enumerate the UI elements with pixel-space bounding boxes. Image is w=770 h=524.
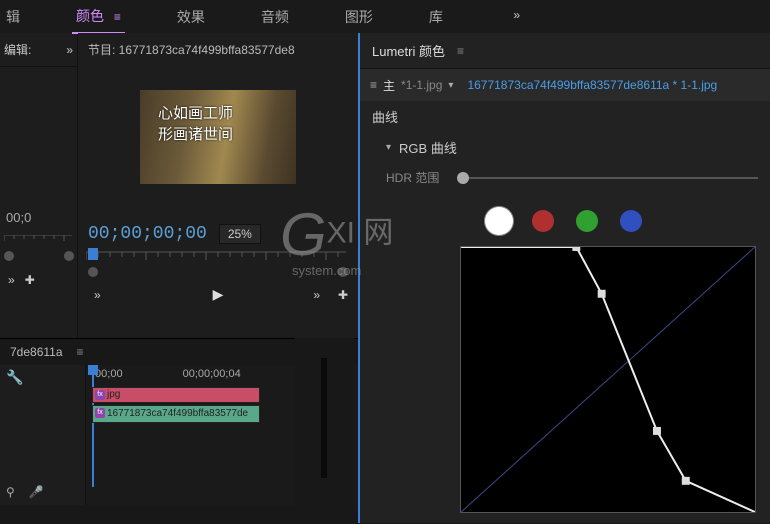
rgb-curves-label: RGB 曲线 [399, 138, 457, 157]
playhead-marker[interactable] [88, 248, 98, 260]
tab-audio[interactable]: 音频 [257, 1, 293, 33]
rgb-curves-header[interactable]: ▾ RGB 曲线 [360, 132, 770, 163]
timeline-sequence-name[interactable]: 7de8611a [10, 345, 63, 359]
fx-badge: fx [95, 408, 105, 418]
wrench-icon[interactable]: 🔧 [6, 369, 23, 386]
lumetri-master-label: 主 [383, 77, 395, 94]
tab-edit-trunc[interactable]: 辑 [2, 1, 24, 33]
zoom-select[interactable]: 25% [219, 224, 261, 244]
curves-section-header[interactable]: 曲线 [360, 101, 770, 132]
program-ruler[interactable] [86, 250, 350, 264]
chevron-down-icon[interactable]: ▾ [448, 80, 453, 91]
program-title: 节目: 16771873ca74f499bffa83577de8 [78, 33, 358, 66]
curve-control-point[interactable] [598, 290, 606, 298]
left-timecode: 00;0 [0, 210, 78, 225]
chevron-down-icon: ▾ [386, 142, 391, 153]
transport-add-icon[interactable]: ✚ [338, 288, 348, 302]
hdr-range-label: HDR 范围 [386, 169, 439, 186]
left-panel-overflow-icon[interactable]: » [66, 43, 73, 57]
tab-library[interactable]: 库 [425, 1, 447, 33]
timeline-playhead[interactable] [92, 367, 94, 487]
meter-track [321, 358, 327, 478]
play-button[interactable]: ▶ [213, 286, 224, 303]
in-point-handle[interactable] [88, 267, 98, 277]
left-panel-title: 编辑: [4, 41, 31, 58]
blue-channel-button[interactable] [620, 210, 642, 232]
curve-control-point[interactable] [572, 247, 580, 251]
left-out-handle[interactable] [64, 251, 74, 261]
video-clip-label: jpg [107, 389, 120, 400]
left-mini-ruler[interactable] [0, 235, 78, 249]
hdr-range-slider[interactable] [457, 177, 758, 179]
left-add-icon[interactable]: ✚ [25, 273, 35, 287]
red-channel-button[interactable] [532, 210, 554, 232]
transport-overflow-left-icon[interactable]: » [94, 288, 101, 302]
audio-clip-label: 16771873ca74f499bffa83577de [107, 408, 248, 419]
luma-channel-button[interactable] [488, 210, 510, 232]
tab-effects[interactable]: 效果 [173, 1, 209, 33]
hdr-slider-knob[interactable] [457, 172, 469, 184]
tab-color[interactable]: 颜色 ≡ [72, 0, 125, 34]
transport-overflow-right-icon[interactable]: » [313, 288, 320, 302]
tabs-overflow-icon[interactable]: » [513, 8, 520, 22]
preview-overlay-text: 心如画工师 形画诸世间 [158, 104, 233, 146]
curve-control-point[interactable] [653, 427, 661, 435]
preview-line2: 形画诸世间 [158, 125, 233, 146]
timeline-menu-icon[interactable]: ≡ [77, 345, 84, 359]
curve-control-point[interactable] [682, 477, 690, 485]
link-icon[interactable]: ⚲ [6, 485, 15, 499]
lumetri-link[interactable]: 16771873ca74f499bffa83577de8611a * 1-1.j… [467, 78, 717, 92]
audio-meter [295, 338, 355, 524]
lumetri-clip-name[interactable]: *1-1.jpg [401, 78, 442, 92]
fx-badge: fx [95, 390, 105, 400]
lumetri-menu-icon[interactable]: ≡ [370, 78, 377, 92]
rgb-curve-editor[interactable] [460, 246, 756, 513]
ruler-tick-1: 00;00;00;04 [183, 368, 241, 380]
program-timecode[interactable]: 00;00;00;00 [88, 224, 207, 244]
tab-color-label: 颜色 [76, 8, 104, 24]
preview-image: 心如画工师 形画诸世间 [140, 90, 296, 184]
left-overflow-icon[interactable]: » [8, 273, 15, 287]
program-monitor[interactable]: 心如画工师 形画诸世间 [140, 90, 296, 184]
out-point-handle[interactable] [338, 267, 348, 277]
lumetri-panel-menu-icon[interactable]: ≡ [457, 44, 464, 58]
tab-graphics[interactable]: 图形 [341, 1, 377, 33]
tab-menu-icon[interactable]: ≡ [114, 10, 121, 24]
mic-icon[interactable]: 🎤 [29, 485, 44, 499]
lumetri-panel-title: Lumetri 颜色 [372, 41, 445, 60]
green-channel-button[interactable] [576, 210, 598, 232]
left-in-handle[interactable] [4, 251, 14, 261]
video-clip[interactable]: fx jpg [92, 387, 260, 403]
audio-clip[interactable]: fx 16771873ca74f499bffa83577de [92, 405, 260, 423]
preview-line1: 心如画工师 [158, 104, 233, 125]
